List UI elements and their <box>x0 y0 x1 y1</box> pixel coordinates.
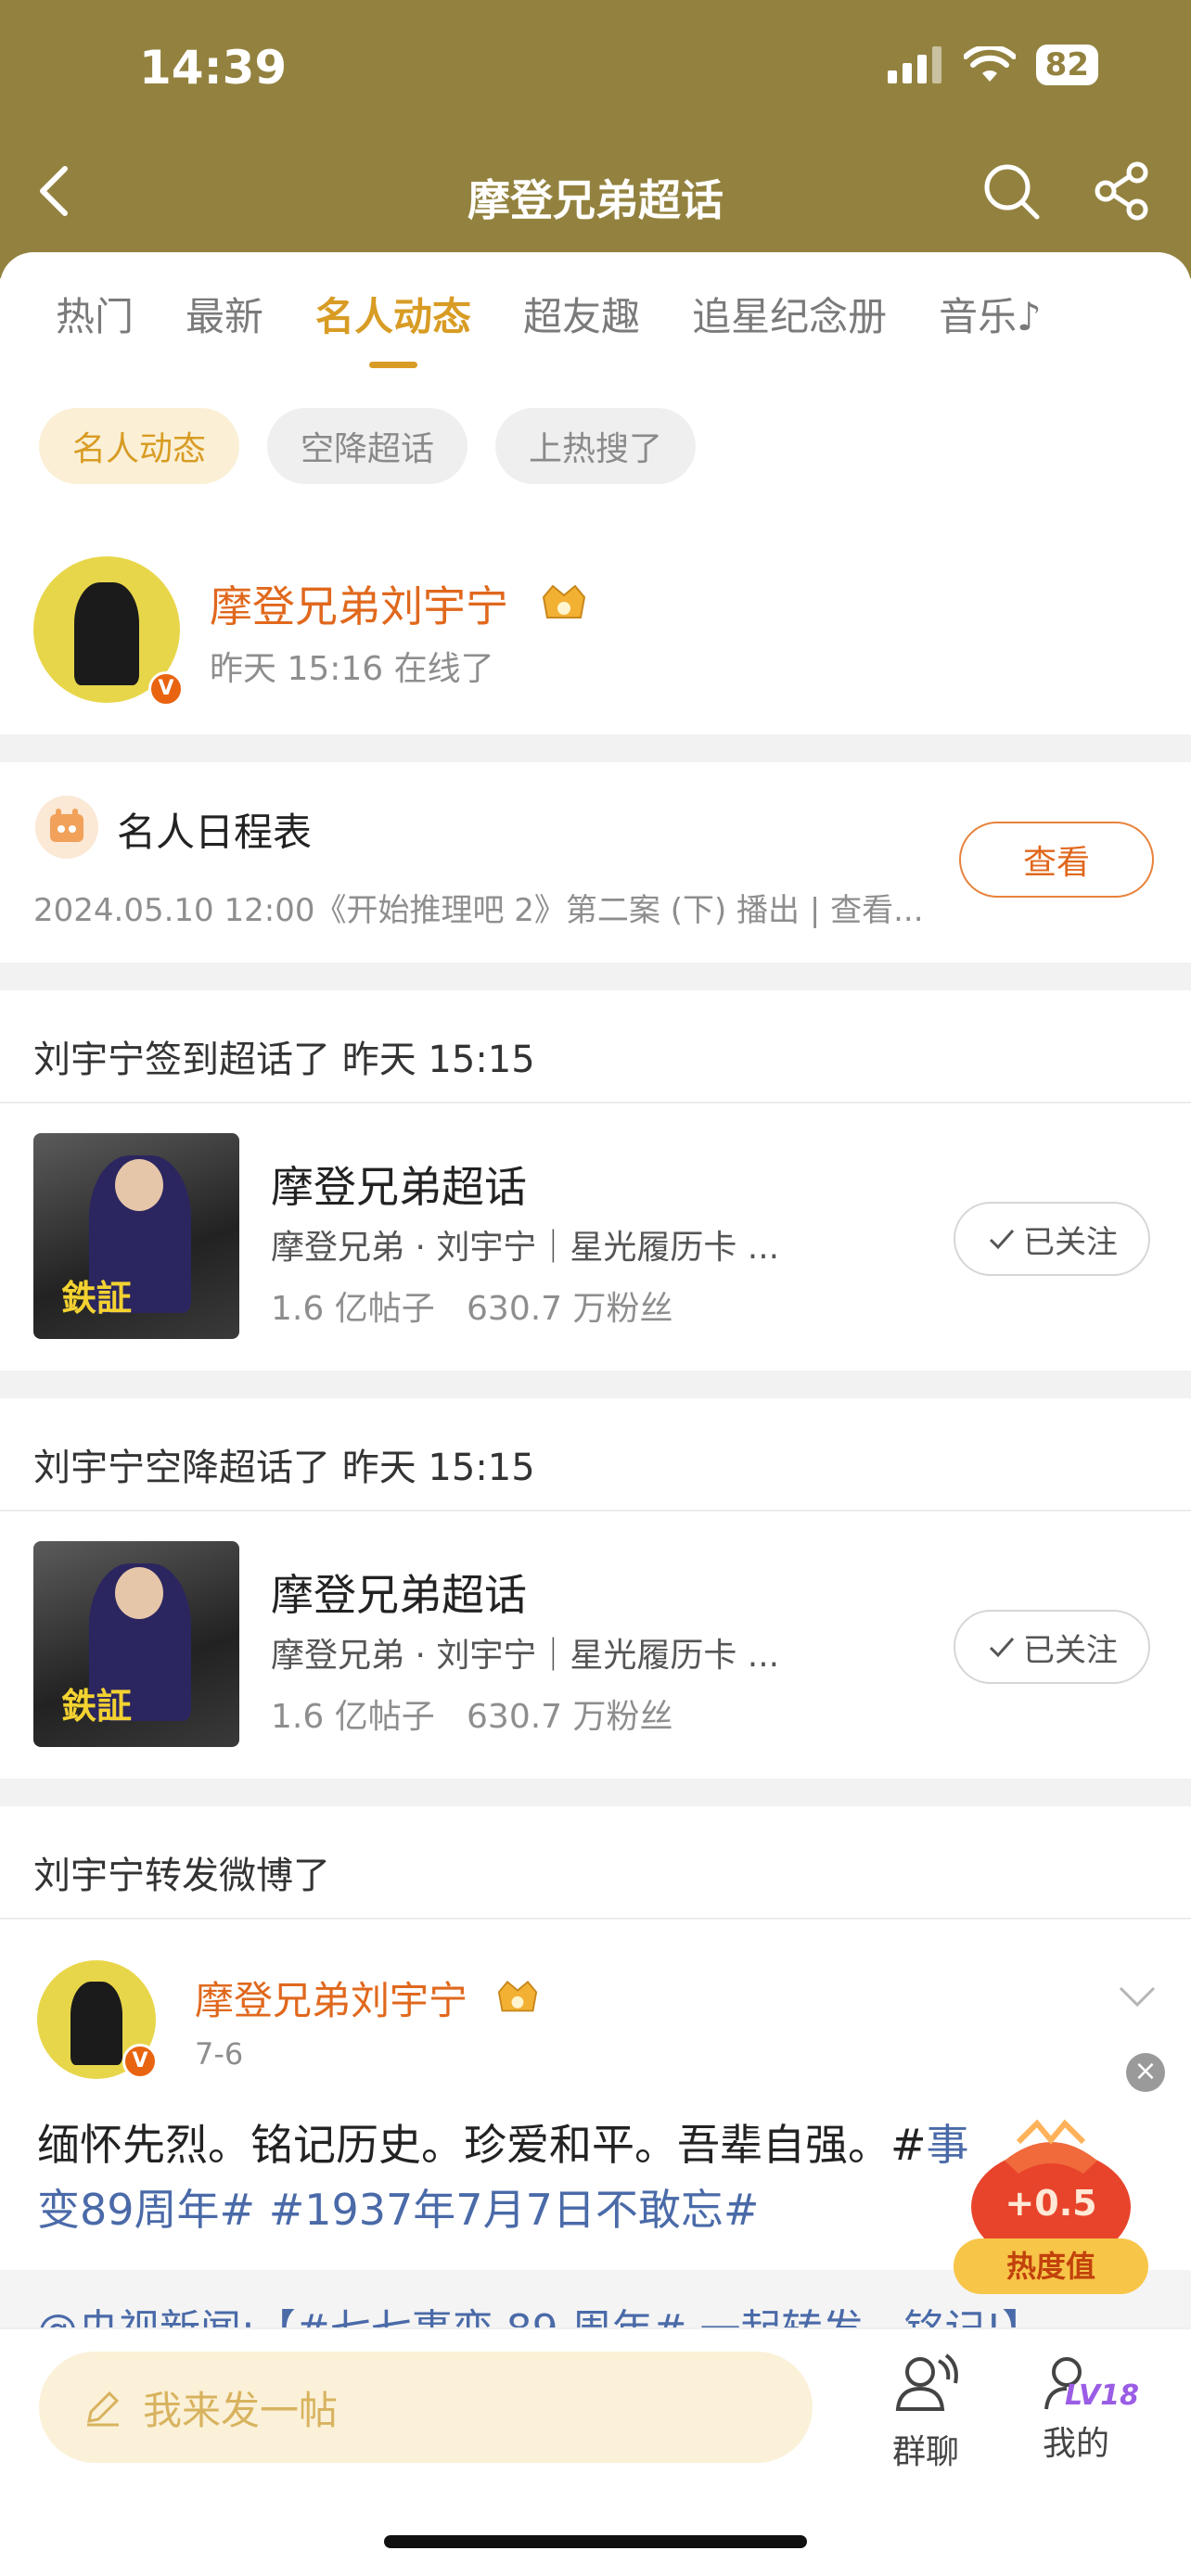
tab-celebrity[interactable]: 名人动态 <box>315 286 471 342</box>
search-icon[interactable] <box>980 159 1043 223</box>
wifi-icon <box>963 46 1016 82</box>
section-divider <box>0 1779 1191 1806</box>
tab-fun[interactable]: 超友趣 <box>523 286 640 342</box>
check-icon <box>989 1638 1015 1658</box>
section-divider <box>0 1371 1191 1398</box>
online-status: 昨天 15:16 在线了 <box>210 650 494 688</box>
thumbnail-text: 鉄証 <box>61 1278 133 1319</box>
tab-memorial[interactable]: 追星纪念册 <box>692 286 887 342</box>
followed-button[interactable]: 已关注 <box>954 1202 1150 1276</box>
followed-button[interactable]: 已关注 <box>954 1610 1150 1684</box>
close-icon[interactable]: × <box>1126 2053 1165 2092</box>
verified-badge: V <box>122 2044 158 2079</box>
status-icons: 82 <box>886 45 1098 85</box>
thumbnail-text: 鉄証 <box>61 1686 133 1727</box>
chevron-down-icon[interactable] <box>1117 1983 1158 2010</box>
repost-title: 刘宇宁转发微博了 <box>33 1855 330 1897</box>
section-divider <box>0 734 1191 762</box>
group-chat-icon <box>895 2353 958 2411</box>
status-time: 14:39 <box>139 41 288 95</box>
supertopic-sub: 摩登兄弟 · 刘宇宁｜星光履历卡 ... <box>271 1637 780 1675</box>
compose-post-input[interactable]: 我来发一帖 <box>39 2352 813 2463</box>
crown-icon <box>542 584 586 618</box>
profile-name[interactable]: 摩登兄弟刘宇宁 <box>210 573 508 634</box>
row-divider <box>0 1510 1191 1511</box>
compose-placeholder: 我来发一帖 <box>143 2387 339 2433</box>
tab-bar: 热门 最新 名人动态 超友趣 追星纪念册 音乐♪ <box>56 286 1042 342</box>
filter-chips: 名人动态 空降超话 上热搜了 <box>39 408 697 484</box>
verified-badge: V <box>148 671 184 707</box>
post-author[interactable]: 摩登兄弟刘宇宁 <box>195 1970 467 2026</box>
heat-label: 热度值 <box>954 2238 1148 2294</box>
post-date: 7-6 <box>195 2036 244 2072</box>
heat-value-badge[interactable]: +0.5 热度值 × <box>954 2053 1165 2309</box>
group-chat-button[interactable]: 群聊 <box>870 2352 981 2473</box>
pencil-icon <box>87 2391 120 2427</box>
row-divider <box>0 1918 1191 1919</box>
tab-hot[interactable]: 热门 <box>56 286 134 342</box>
view-schedule-button[interactable]: 查看 <box>959 822 1154 898</box>
schedule-desc[interactable]: 2024.05.10 12:00《开始推理吧 2》第二案 (下) 播出 | 查看… <box>33 885 942 930</box>
followed-label: 已关注 <box>1023 1223 1118 1261</box>
signal-icon <box>887 46 941 83</box>
supertopic-stats: 1.6 亿帖子 630.7 万粉丝 <box>271 1290 673 1328</box>
tab-latest[interactable]: 最新 <box>186 286 263 342</box>
supertopic-sub: 摩登兄弟 · 刘宇宁｜星光履历卡 ... <box>271 1229 780 1267</box>
chip-celebrity[interactable]: 名人动态 <box>39 408 240 484</box>
post-text-line1: 缅怀先烈。铭记历史。珍爱和平。吾辈自强。# <box>37 2120 927 2170</box>
battery-indicator: 82 <box>1035 45 1098 85</box>
mine-button[interactable]: LV18 我的 <box>1020 2352 1139 2465</box>
share-icon[interactable] <box>1091 159 1154 223</box>
level-badge: LV18 <box>1065 2379 1139 2412</box>
supertopic-name[interactable]: 摩登兄弟超话 <box>271 1154 527 1215</box>
checkin-title: 刘宇宁签到超话了 昨天 15:15 <box>33 1039 535 1081</box>
supertopic-name[interactable]: 摩登兄弟超话 <box>271 1562 527 1623</box>
check-icon <box>989 1230 1015 1250</box>
header-bar: 14:39 82 摩登兄弟超话 <box>0 0 1191 278</box>
airdrop-title: 刘宇宁空降超话了 昨天 15:15 <box>33 1447 535 1489</box>
section-divider <box>0 963 1191 990</box>
followed-label: 已关注 <box>1023 1631 1118 1669</box>
crown-icon <box>497 1981 538 2012</box>
schedule-icon <box>35 796 98 859</box>
heat-value: +0.5 <box>1005 2183 1097 2224</box>
home-indicator <box>384 2535 807 2548</box>
schedule-title: 名人日程表 <box>117 810 313 855</box>
tab-music[interactable]: 音乐♪ <box>939 286 1042 342</box>
row-divider <box>0 1102 1191 1103</box>
supertopic-thumbnail[interactable]: 鉄証 <box>33 1133 239 1339</box>
chip-trending[interactable]: 上热搜了 <box>495 408 697 484</box>
post-hashtags[interactable]: 变89周年# #1937年7月7日不敢忘# <box>37 2185 759 2235</box>
supertopic-stats: 1.6 亿帖子 630.7 万粉丝 <box>271 1698 673 1736</box>
group-chat-label: 群聊 <box>891 2433 959 2471</box>
mine-label: 我的 <box>1042 2425 1109 2463</box>
chip-airdrop[interactable]: 空降超话 <box>267 408 468 484</box>
supertopic-thumbnail[interactable]: 鉄証 <box>33 1541 239 1747</box>
